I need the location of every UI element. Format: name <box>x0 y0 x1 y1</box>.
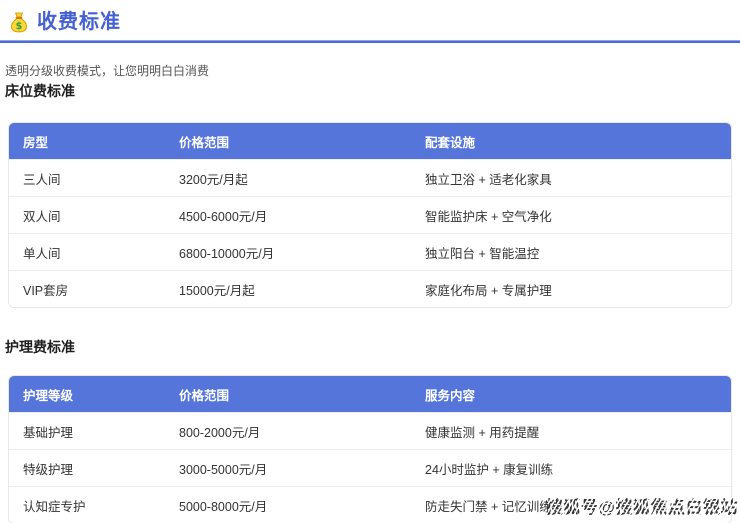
page-header: $ 收费标准 <box>0 0 740 34</box>
bed-fee-table-header: 房型 价格范围 配套设施 <box>9 123 731 159</box>
cell-facilities: 家庭化布局 + 专属护理 <box>411 280 731 299</box>
column-header-facilities: 配套设施 <box>411 132 731 151</box>
cell-price-range: 800-2000元/月 <box>165 422 411 441</box>
column-header-care-level: 护理等级 <box>9 385 165 404</box>
table-row: 特级护理 3000-5000元/月 24小时监护 + 康复训练 <box>9 449 731 486</box>
column-header-room-type: 房型 <box>9 132 165 151</box>
cell-price-range: 4500-6000元/月 <box>165 206 411 225</box>
table-row: 基础护理 800-2000元/月 健康监测 + 用药提醒 <box>9 412 731 449</box>
cell-care-level: 基础护理 <box>9 422 165 441</box>
table-row: 单人间 6800-10000元/月 独立阳台 + 智能温控 <box>9 233 731 270</box>
money-bag-icon: $ <box>8 11 30 33</box>
cell-price-range: 3200元/月起 <box>165 169 411 188</box>
cell-price-range: 6800-10000元/月 <box>165 243 411 262</box>
fee-standards-page: $ 收费标准 透明分级收费模式，让您明明白白消费 床位费标准 房型 价格范围 配… <box>0 0 740 523</box>
care-fee-table-header: 护理等级 价格范围 服务内容 <box>9 376 731 412</box>
title-divider <box>0 40 740 43</box>
column-header-price-range: 价格范围 <box>165 132 411 151</box>
cell-room-type: 单人间 <box>9 243 165 262</box>
table-row: VIP套房 15000元/月起 家庭化布局 + 专属护理 <box>9 270 731 307</box>
cell-room-type: 三人间 <box>9 169 165 188</box>
cell-care-level: 认知症专护 <box>9 496 165 515</box>
section-label-bed-fees: 床位费标准 <box>5 83 740 99</box>
column-header-price-range: 价格范围 <box>165 385 411 404</box>
cell-service-content: 健康监测 + 用药提醒 <box>411 422 731 441</box>
cell-facilities: 独立阳台 + 智能温控 <box>411 243 731 262</box>
svg-text:$: $ <box>16 21 23 32</box>
table-row: 双人间 4500-6000元/月 智能监护床 + 空气净化 <box>9 196 731 233</box>
cell-price-range: 5000-8000元/月 <box>165 496 411 515</box>
page-description: 透明分级收费模式，让您明明白白消费 <box>5 64 740 78</box>
cell-care-level: 特级护理 <box>9 459 165 478</box>
bed-fee-table: 房型 价格范围 配套设施 三人间 3200元/月起 独立卫浴 + 适老化家具 双… <box>8 122 732 308</box>
cell-price-range: 15000元/月起 <box>165 280 411 299</box>
sohu-watermark: 搜狐号@搜狐焦点白银站 <box>546 493 738 518</box>
cell-price-range: 3000-5000元/月 <box>165 459 411 478</box>
table-row: 三人间 3200元/月起 独立卫浴 + 适老化家具 <box>9 159 731 196</box>
cell-facilities: 独立卫浴 + 适老化家具 <box>411 169 731 188</box>
section-label-care-fees: 护理费标准 <box>5 339 740 355</box>
cell-service-content: 24小时监护 + 康复训练 <box>411 459 731 478</box>
cell-room-type: 双人间 <box>9 206 165 225</box>
column-header-service-content: 服务内容 <box>411 385 731 404</box>
page-title: 收费标准 <box>37 10 121 34</box>
cell-facilities: 智能监护床 + 空气净化 <box>411 206 731 225</box>
cell-room-type: VIP套房 <box>9 280 165 299</box>
